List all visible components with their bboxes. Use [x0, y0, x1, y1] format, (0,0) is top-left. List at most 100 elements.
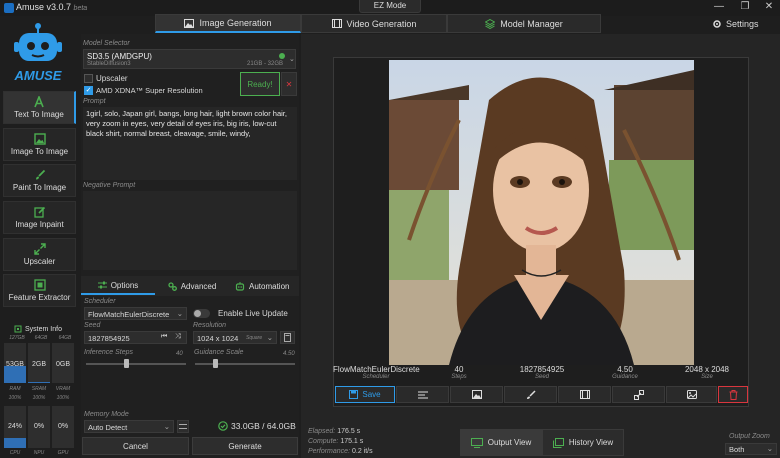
align-icon — [417, 391, 428, 398]
guidance-slider[interactable] — [195, 363, 295, 365]
paint-button[interactable] — [504, 386, 557, 403]
sidebar-item-paint-to-image[interactable]: Paint To Image — [3, 164, 76, 197]
close-button[interactable]: ✕ — [758, 0, 780, 15]
upscaler-checkbox[interactable] — [84, 74, 93, 83]
sidebar-item-label: Image To Image — [10, 147, 69, 156]
sidebar-item-image-inpaint[interactable]: Image Inpaint — [3, 201, 76, 234]
meta-label: Steps — [451, 374, 467, 380]
xdna-label: AMD XDNA™ Super Resolution — [96, 86, 203, 95]
history-view-button[interactable]: History View — [542, 429, 624, 456]
save-icon — [349, 390, 359, 399]
toggle-knob — [194, 310, 201, 317]
resolution-select[interactable]: 1024 x 1024 Square ⌄ — [193, 331, 277, 344]
sram-percent: 100% — [32, 395, 46, 401]
minimize-button[interactable]: — — [708, 0, 730, 15]
resolution-calculator-button[interactable] — [280, 331, 295, 344]
align-button[interactable] — [396, 386, 449, 403]
extract-icon — [33, 279, 46, 291]
film-icon — [331, 19, 342, 28]
output-zoom-value: Both — [729, 445, 745, 454]
tab-label: Video Generation — [346, 18, 417, 29]
tab-automation[interactable]: Automation — [229, 277, 297, 295]
performance-status: Performance: 0.2 it/s — [308, 448, 373, 455]
app-title-text: Amuse v3.0.7 — [16, 2, 72, 12]
ez-mode-button[interactable]: EZ Mode — [359, 0, 421, 13]
negative-prompt-textarea[interactable] — [83, 191, 297, 270]
steps-slider[interactable] — [86, 363, 186, 365]
npu-value: 0% — [33, 423, 45, 430]
tab-advanced[interactable]: Advanced — [157, 277, 227, 295]
prompt-textarea[interactable]: 1girl, solo, Japan girl, bangs, long hai… — [83, 107, 297, 180]
edit-icon — [33, 206, 45, 218]
meta-label: Guidance — [612, 374, 638, 380]
tab-label: Model Manager — [500, 18, 563, 29]
cpu-label: CPU — [9, 450, 21, 456]
ram-label: RAM — [9, 386, 21, 392]
memory-mode-label: Memory Mode — [84, 411, 129, 418]
compute-status: Compute: 175.1 s — [308, 438, 363, 445]
steps-slider-thumb[interactable] — [124, 359, 129, 368]
live-update-toggle[interactable] — [193, 309, 210, 318]
steps-value: 40 — [176, 351, 183, 357]
delete-button[interactable] — [718, 386, 748, 403]
tab-video-generation[interactable]: Video Generation — [301, 14, 447, 33]
sidebar-item-text-to-image[interactable]: Text To Image — [3, 91, 76, 124]
chevron-down-icon: ⌄ — [766, 444, 773, 453]
delete-icon — [729, 389, 737, 400]
seed-reuse-icon[interactable]: ⏮ — [161, 333, 167, 341]
gallery-button[interactable] — [666, 386, 717, 403]
meta-guidance: 4.50 Guidance — [595, 365, 655, 380]
chevron-down-icon: ⌄ — [289, 56, 295, 63]
tab-options[interactable]: Options — [81, 277, 155, 295]
generate-button[interactable]: Generate — [192, 437, 298, 455]
system-info-header: System Info — [14, 325, 62, 333]
generated-image[interactable] — [389, 60, 694, 365]
shuffle-icon[interactable]: ⤨ — [175, 333, 181, 341]
video-button[interactable] — [558, 386, 611, 403]
save-button[interactable]: Save — [335, 386, 395, 403]
tab-image-generation[interactable]: Image Generation — [155, 14, 301, 33]
tab-label: Automation — [249, 281, 290, 291]
vram-percent: 100% — [56, 395, 70, 401]
gpu-value: 0% — [57, 423, 69, 430]
check-circle-icon — [218, 421, 228, 431]
memory-mode-select[interactable]: Auto Detect ⌄ — [84, 420, 174, 433]
sidebar-item-upscaler[interactable]: Upscaler — [3, 238, 76, 271]
maximize-button[interactable]: ❐ — [734, 0, 756, 15]
elapsed-status: Elapsed: 176.5 s — [308, 428, 360, 435]
sliders-icon — [179, 424, 187, 429]
meta-seed[interactable]: 1827854925 Seed — [509, 365, 575, 380]
seed-input[interactable]: 1827854925 ⏮ ⤨ — [84, 331, 187, 344]
image-to-image-button[interactable] — [450, 386, 503, 403]
expand-icon — [33, 243, 46, 255]
steps-label: Inference Steps — [84, 349, 134, 356]
output-view-button[interactable]: Output View — [460, 429, 542, 456]
scheduler-select[interactable]: FlowMatchEulerDiscrete ⌄ — [84, 307, 187, 320]
cancel-button[interactable]: Cancel — [82, 437, 189, 455]
meta-label: Size — [701, 374, 713, 380]
resolution-value: 1024 x 1024 — [197, 334, 239, 343]
unload-model-button[interactable]: ✕ — [281, 72, 297, 96]
guidance-slider-thumb[interactable] — [213, 359, 218, 368]
model-selector-label: Model Selector — [83, 40, 130, 47]
processor-values: 24% 0% 0% — [4, 423, 74, 430]
guidance-value: 4.50 — [283, 351, 295, 357]
memory-mode-value: Auto Detect — [88, 423, 128, 432]
memory-settings-button[interactable] — [177, 420, 189, 433]
memory-percent: 100% 100% 100% — [4, 395, 74, 401]
tab-model-manager[interactable]: Model Manager — [447, 14, 601, 33]
link-button[interactable] — [612, 386, 665, 403]
resolution-label: Resolution — [193, 322, 227, 329]
upscaler-label: Upscaler — [96, 74, 128, 83]
ready-button[interactable]: Ready! — [240, 72, 280, 96]
output-zoom-select[interactable]: Both ⌄ — [725, 443, 777, 455]
text-icon — [34, 96, 44, 108]
settings-button[interactable]: Settings — [712, 14, 774, 33]
tab-label: Options — [110, 280, 139, 290]
xdna-checkbox[interactable]: ✓ — [84, 86, 93, 95]
sidebar-item-feature-extractor[interactable]: Feature Extractor — [3, 274, 76, 307]
model-selector-dropdown[interactable]: SD3.5 (AMDGPU) StableDiffusion3 21GB - 3… — [83, 49, 296, 69]
chevron-down-icon: ⌄ — [266, 333, 273, 342]
elapsed-label: Elapsed: — [308, 428, 336, 435]
sidebar-item-image-to-image[interactable]: Image To Image — [3, 128, 76, 161]
